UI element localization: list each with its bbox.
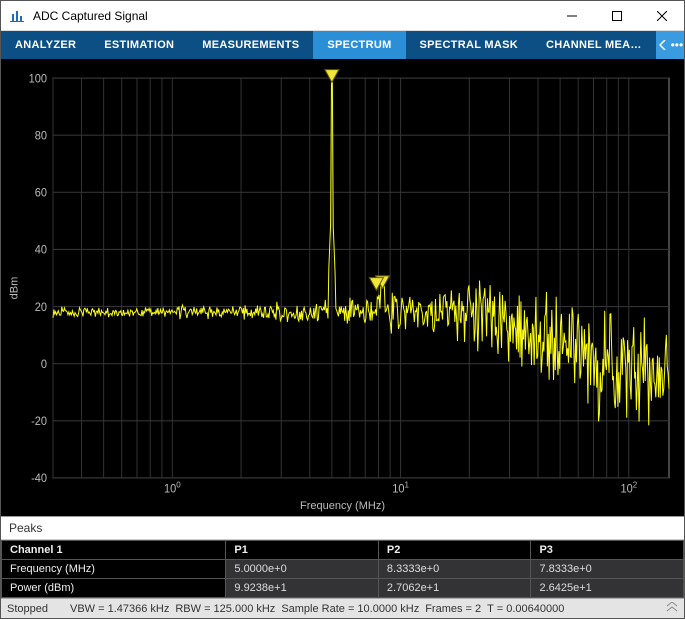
status-expand-icon[interactable] (666, 602, 678, 615)
peaks-panel: Peaks Channel 1 P1 P2 P3 Frequency (MHz)… (1, 516, 684, 598)
tab-channel-measurements[interactable]: CHANNEL MEA… (532, 31, 656, 59)
table-row: Frequency (MHz) 5.0000e+0 8.3333e+0 7.83… (2, 560, 684, 579)
svg-text:80: 80 (35, 130, 47, 142)
col-p3: P3 (531, 541, 684, 560)
col-p1: P1 (226, 541, 379, 560)
status-bar: Stopped VBW = 1.47366 kHz RBW = 125.000 … (1, 598, 684, 618)
status-rbw: RBW = 125.000 kHz (175, 603, 275, 615)
peaks-header-row: Channel 1 P1 P2 P3 (2, 541, 684, 560)
status-frames: Frames = 2 (425, 603, 481, 615)
peaks-table: Channel 1 P1 P2 P3 Frequency (MHz) 5.000… (1, 540, 684, 598)
status-state: Stopped (7, 603, 48, 615)
row-label-power: Power (dBm) (2, 579, 226, 598)
scroll-left-button[interactable] (656, 31, 670, 59)
freq-p3: 7.8333e+0 (531, 560, 684, 579)
x-axis-label: Frequency (MHz) (300, 500, 385, 512)
tab-spectral-mask[interactable]: SPECTRAL MASK (406, 31, 532, 59)
tab-spectrum[interactable]: SPECTRUM (313, 31, 405, 59)
maximize-button[interactable] (594, 1, 639, 31)
svg-text:102: 102 (620, 480, 637, 496)
row-label-frequency: Frequency (MHz) (2, 560, 226, 579)
y-axis-label: dBm (8, 276, 20, 299)
tab-estimation[interactable]: ESTIMATION (90, 31, 188, 59)
status-vbw: VBW = 1.47366 kHz (70, 603, 169, 615)
svg-text:60: 60 (35, 187, 47, 199)
freq-p2: 8.3333e+0 (378, 560, 531, 579)
svg-text:100: 100 (164, 480, 181, 496)
table-row: Power (dBm) 9.9238e+1 2.7062e+1 2.6425e+… (2, 579, 684, 598)
svg-text:20: 20 (35, 302, 47, 314)
pow-p2: 2.7062e+1 (378, 579, 531, 598)
svg-text:-40: -40 (31, 473, 47, 485)
window-title: ADC Captured Signal (33, 9, 549, 23)
svg-text:101: 101 (392, 480, 409, 496)
spectrum-plot[interactable]: dBm Frequency (MHz) -40 -20 0 20 40 60 80 100 10… (1, 59, 684, 516)
app-icon (9, 8, 25, 24)
pow-p3: 2.6425e+1 (531, 579, 684, 598)
svg-text:-20: -20 (31, 416, 47, 428)
svg-text:100: 100 (29, 73, 47, 85)
more-tabs-button[interactable]: ••• (670, 31, 684, 59)
toolstrip: ANALYZER ESTIMATION MEASUREMENTS SPECTRU… (1, 31, 684, 59)
tab-analyzer[interactable]: ANALYZER (1, 31, 90, 59)
titlebar: ADC Captured Signal (1, 1, 684, 31)
svg-text:0: 0 (41, 359, 47, 371)
svg-text:40: 40 (35, 244, 47, 256)
col-p2: P2 (378, 541, 531, 560)
peaks-title: Peaks (1, 517, 684, 540)
channel-header: Channel 1 (2, 541, 226, 560)
minimize-button[interactable] (549, 1, 594, 31)
status-t: T = 0.00640000 (487, 603, 564, 615)
tab-measurements[interactable]: MEASUREMENTS (188, 31, 313, 59)
close-button[interactable] (639, 1, 684, 31)
freq-p1: 5.0000e+0 (226, 560, 379, 579)
status-sample-rate: Sample Rate = 10.0000 kHz (281, 603, 419, 615)
pow-p1: 9.9238e+1 (226, 579, 379, 598)
